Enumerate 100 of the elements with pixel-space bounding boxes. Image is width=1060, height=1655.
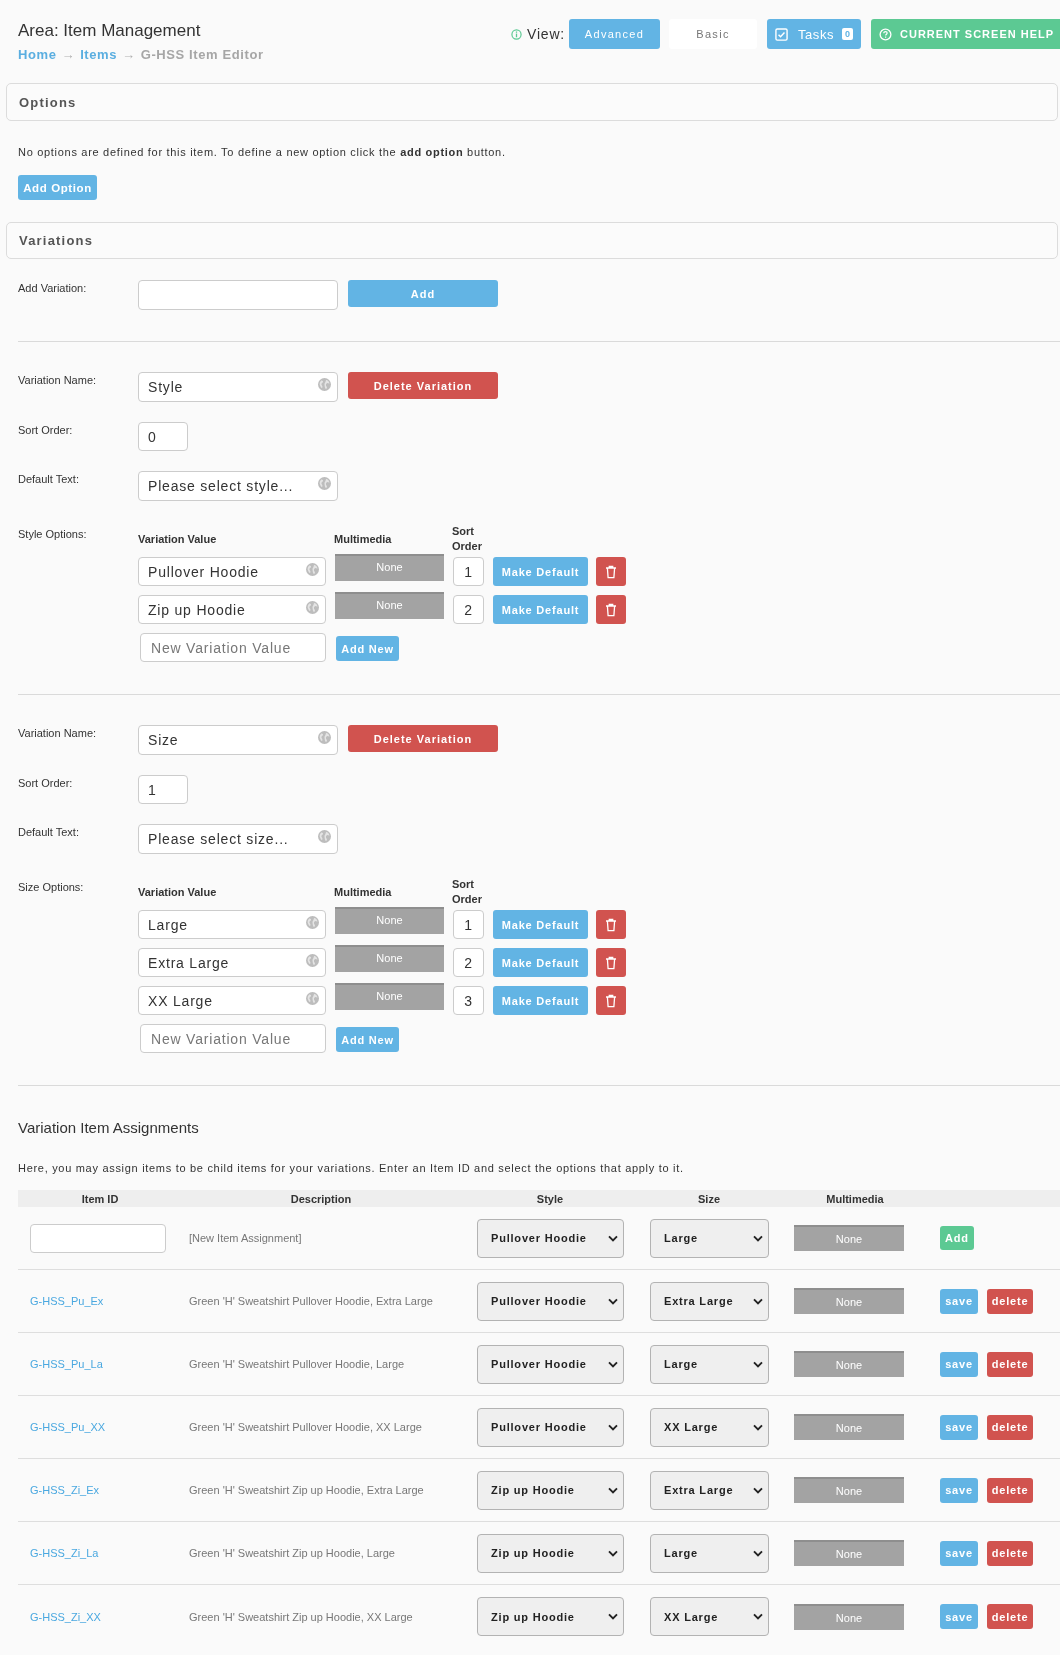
delete-button[interactable]: delete (987, 1351, 1033, 1377)
multimedia-button[interactable]: None (335, 907, 444, 934)
save-button[interactable]: save (940, 1288, 978, 1314)
save-button[interactable]: save (940, 1540, 978, 1566)
style-select[interactable]: Zip up Hoodie (477, 1597, 624, 1636)
item-id-link[interactable]: G-HSS_Zi_Ex (30, 1484, 100, 1496)
globe-icon (318, 378, 331, 391)
size-select[interactable]: XX Large (650, 1597, 769, 1636)
add-option-button[interactable]: Add Option (18, 175, 97, 200)
multimedia-button[interactable]: None (794, 1603, 904, 1630)
delete-value-button[interactable] (596, 948, 626, 977)
tasks-button[interactable]: Tasks 0 (767, 19, 861, 49)
sort-order-field[interactable]: 1 (453, 557, 484, 586)
size-select[interactable]: XX Large (650, 1407, 769, 1447)
style-select[interactable]: Pullover Hoodie (477, 1344, 624, 1384)
item-description: Green 'H' Sweatshirt Pullover Hoodie, Large (189, 1358, 405, 1370)
new-value-field[interactable]: New Variation Value (140, 1024, 326, 1053)
column-header: Multimedia (334, 884, 393, 900)
default-text-field[interactable]: Please select size... (138, 824, 338, 854)
item-id-field[interactable] (30, 1223, 166, 1253)
multimedia-button[interactable]: None (794, 1351, 904, 1377)
multimedia-button[interactable]: None (335, 554, 444, 581)
chevron-down-icon (608, 1234, 618, 1242)
style-select[interactable]: Pullover Hoodie (477, 1407, 624, 1447)
variation-value-field[interactable]: Large (138, 910, 326, 939)
size-select[interactable]: Large (650, 1218, 769, 1258)
new-value-field[interactable]: New Variation Value (140, 633, 326, 662)
delete-button[interactable]: delete (987, 1288, 1033, 1314)
size-select[interactable]: Large (650, 1533, 769, 1573)
item-id-link[interactable]: G-HSS_Zi_La (30, 1547, 99, 1559)
delete-variation-button[interactable]: Delete Variation (348, 372, 498, 399)
view-toggle-button[interactable]: Basic (669, 19, 757, 49)
delete-button[interactable]: delete (987, 1477, 1033, 1503)
make-default-button[interactable]: Make Default (493, 910, 588, 939)
trash-icon (605, 602, 617, 617)
variation-value-field[interactable]: Extra Large (138, 948, 326, 977)
multimedia-button[interactable]: None (794, 1477, 904, 1503)
delete-value-button[interactable] (596, 986, 626, 1015)
variation-value-field[interactable]: Zip up Hoodie (138, 595, 326, 624)
variation-name-field[interactable]: Style (138, 372, 338, 402)
multimedia-button[interactable]: None (794, 1288, 904, 1314)
sort-order-field[interactable]: 1 (453, 910, 484, 939)
save-button[interactable]: save (940, 1414, 978, 1440)
style-select[interactable]: Pullover Hoodie (477, 1281, 624, 1321)
delete-button[interactable]: delete (987, 1604, 1033, 1629)
multimedia-button[interactable]: None (335, 983, 444, 1010)
column-header: Style (535, 1192, 565, 1205)
sort-order-field[interactable]: 1 (138, 775, 188, 804)
save-button[interactable]: save (940, 1477, 978, 1503)
trash-icon (605, 993, 617, 1008)
item-id-link[interactable]: G-HSS_Pu_La (30, 1358, 103, 1370)
item-description: [New Item Assignment] (189, 1232, 302, 1244)
delete-button[interactable]: delete (987, 1414, 1033, 1440)
delete-value-button[interactable] (596, 557, 626, 586)
make-default-button[interactable]: Make Default (493, 557, 588, 586)
variation-value-field[interactable]: XX Large (138, 986, 326, 1015)
size-select[interactable]: Large (650, 1344, 769, 1384)
field-label: Add Variation: (18, 281, 88, 295)
info-icon (511, 28, 522, 40)
size-select[interactable]: Extra Large (650, 1470, 769, 1510)
breadcrumb-link[interactable]: Home (18, 47, 57, 63)
view-toggle-button[interactable]: Advanced (569, 19, 660, 49)
delete-value-button[interactable] (596, 910, 626, 939)
make-default-button[interactable]: Make Default (493, 948, 588, 977)
multimedia-button[interactable]: None (794, 1225, 904, 1251)
sort-order-field[interactable]: 2 (453, 595, 484, 624)
style-select[interactable]: Zip up Hoodie (477, 1470, 624, 1510)
make-default-button[interactable]: Make Default (493, 595, 588, 624)
add-variation-button[interactable]: Add (348, 280, 498, 307)
sort-order-field[interactable]: 3 (453, 986, 484, 1015)
multimedia-button[interactable]: None (335, 592, 444, 619)
add-new-button[interactable]: Add New (336, 1027, 399, 1052)
chevron-down-icon (753, 1234, 763, 1242)
add-variation-field[interactable] (138, 280, 338, 310)
item-id-link[interactable]: G-HSS_Pu_Ex (30, 1295, 104, 1307)
save-button[interactable]: save (940, 1351, 978, 1377)
style-select[interactable]: Zip up Hoodie (477, 1533, 624, 1573)
multimedia-button[interactable]: None (335, 945, 444, 972)
make-default-button[interactable]: Make Default (493, 986, 588, 1015)
delete-variation-button[interactable]: Delete Variation (348, 725, 498, 752)
globe-icon (306, 954, 319, 967)
variation-name-field[interactable]: Size (138, 725, 338, 755)
item-id-link[interactable]: G-HSS_Zi_XX (30, 1610, 101, 1623)
default-text-field[interactable]: Please select style... (138, 471, 338, 501)
style-select[interactable]: Pullover Hoodie (477, 1218, 624, 1258)
multimedia-button[interactable]: None (794, 1414, 904, 1440)
item-id-link[interactable]: G-HSS_Pu_XX (30, 1421, 106, 1433)
add-new-button[interactable]: Add New (336, 636, 399, 661)
size-select[interactable]: Extra Large (650, 1281, 769, 1321)
delete-value-button[interactable] (596, 595, 626, 624)
sort-order-field[interactable]: 0 (138, 422, 188, 451)
variation-value-field[interactable]: Pullover Hoodie (138, 557, 326, 586)
sort-order-field[interactable]: 2 (453, 948, 484, 977)
breadcrumb-link[interactable]: Items (80, 47, 118, 63)
globe-icon (318, 731, 331, 744)
delete-button[interactable]: delete (987, 1540, 1033, 1566)
save-button[interactable]: save (940, 1604, 978, 1629)
column-header: Variation Value (138, 531, 218, 547)
chevron-down-icon (753, 1297, 763, 1305)
multimedia-button[interactable]: None (794, 1540, 904, 1566)
